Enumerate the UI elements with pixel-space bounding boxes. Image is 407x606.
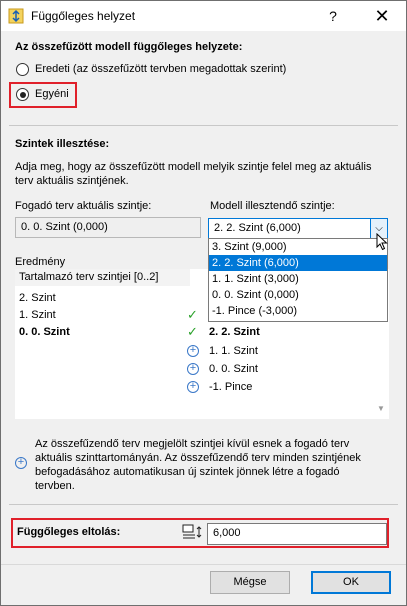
- plus-circle-icon: +: [187, 345, 199, 357]
- radio-custom-label[interactable]: Egyéni: [35, 88, 69, 100]
- dropdown-option[interactable]: 0. 0. Szint (0,000): [209, 287, 387, 303]
- close-button[interactable]: ✕: [371, 5, 393, 27]
- model-row: 1. 1. Szint: [209, 345, 258, 357]
- window-title: Függőleges helyzet: [31, 9, 136, 23]
- scroll-down-arrow[interactable]: ▼: [377, 404, 385, 413]
- dropdown-option-selected[interactable]: 2. 2. Szint (6,000): [209, 255, 387, 271]
- radio-original-label[interactable]: Eredeti (az összefűzött tervben megadott…: [35, 63, 286, 75]
- separator-1: [9, 125, 398, 126]
- cancel-button[interactable]: Mégse: [210, 571, 290, 594]
- host-level-field: 0. 0. Szint (0,000): [15, 217, 201, 238]
- position-heading: Az összefűzött modell függőleges helyzet…: [15, 41, 243, 53]
- elevation-icon: [181, 523, 203, 544]
- dropdown-option[interactable]: 3. Szint (9,000): [209, 239, 387, 255]
- check-link-icon: ✓: [187, 324, 198, 339]
- result-list-header: Tartalmazó terv szintjei [0..2]: [15, 269, 190, 286]
- check-icon: ✓: [187, 307, 198, 322]
- separator-2: [9, 504, 398, 505]
- radio-original[interactable]: [16, 63, 29, 76]
- host-row: 1. Szint: [19, 309, 56, 321]
- host-row: 0. 0. Szint: [19, 326, 70, 338]
- dropdown-option[interactable]: 1. 1. Szint (3,000): [209, 271, 387, 287]
- info-line: Az összefűzendő terv megjelölt szintjei …: [35, 438, 350, 450]
- model-level-select[interactable]: 2. 2. Szint (6,000) ⌵: [208, 218, 388, 239]
- plus-circle-icon: +: [187, 381, 199, 393]
- plus-circle-icon: +: [15, 457, 27, 469]
- model-row: -1. Pince: [209, 381, 253, 393]
- dialog-window: Függőleges helyzet ? ✕ Az összefűzött mo…: [0, 0, 407, 606]
- dropdown-option[interactable]: -1. Pince (-3,000): [209, 303, 387, 319]
- levels-description-1: Adja meg, hogy az összefűzött modell mel…: [15, 161, 372, 173]
- offset-label: Függőleges eltolás:: [17, 526, 121, 538]
- result-label: Eredmény: [15, 256, 66, 268]
- host-row: 2. Szint: [19, 292, 56, 304]
- help-button[interactable]: ?: [323, 6, 343, 26]
- info-line: aktuális szinttartományán. Az összefűzen…: [35, 452, 361, 464]
- model-row: 0. 0. Szint: [209, 363, 258, 375]
- levels-heading: Szintek illesztése:: [15, 138, 110, 150]
- plus-circle-icon: +: [187, 363, 199, 375]
- info-line: befogadásához automatikusan új szintek j…: [35, 466, 340, 478]
- footer-bar: Mégse OK: [1, 564, 406, 605]
- info-line: tervben.: [35, 480, 75, 492]
- offset-input[interactable]: 6,000: [207, 523, 387, 545]
- model-level-label: Modell illesztendő szintje:: [210, 200, 335, 212]
- title-bar: Függőleges helyzet ? ✕: [1, 1, 406, 31]
- radio-custom[interactable]: [16, 88, 29, 101]
- mouse-cursor-icon: [376, 232, 388, 254]
- host-level-label: Fogadó terv aktuális szintje:: [15, 200, 152, 212]
- app-icon: [8, 8, 24, 24]
- ok-button[interactable]: OK: [311, 571, 391, 594]
- model-level-value: 2. 2. Szint (6,000): [214, 222, 301, 234]
- model-level-dropdown: 3. Szint (9,000) 2. 2. Szint (6,000) 1. …: [208, 238, 388, 322]
- info-text: Az összefűzendő terv megjelölt szintjei …: [35, 437, 397, 493]
- model-row: 2. 2. Szint: [209, 326, 260, 338]
- levels-description-2: terv aktuális szintjének.: [15, 175, 129, 187]
